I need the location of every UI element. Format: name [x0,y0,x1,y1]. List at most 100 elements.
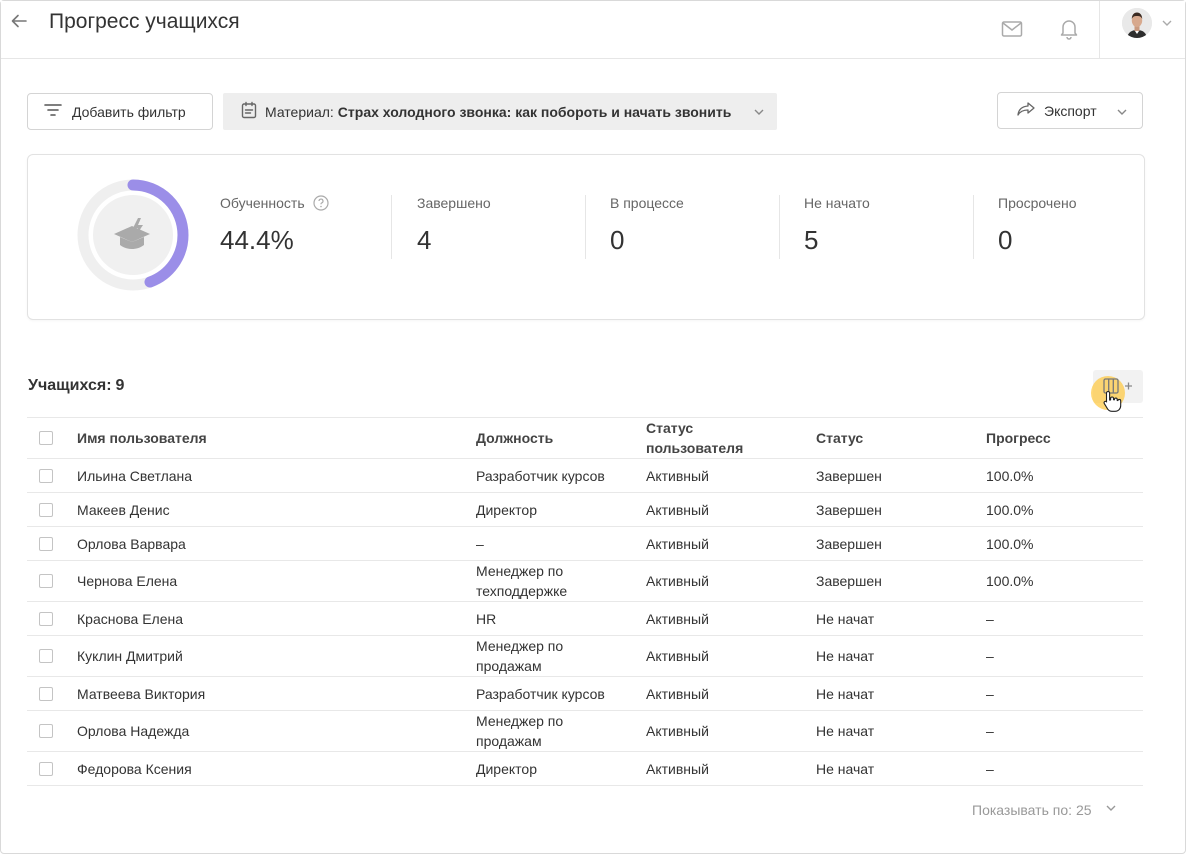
progress-ring [76,178,190,292]
stat-label: В процессе [610,195,684,211]
cell-user-status: Активный [646,560,816,602]
page-size-label: Показывать по: [972,801,1073,818]
cell-status: Не начат [816,601,986,636]
cell-position: Менеджер по продажам [476,635,646,677]
cell-name: Матвеева Виктория [77,676,476,711]
stat-label: Не начато [804,195,870,211]
chevron-down-icon [751,104,767,123]
cell-status: Не начат [816,676,986,711]
cell-status: Не начат [816,751,986,786]
cell-name: Орлова Надежда [77,710,476,752]
stat-divider [391,195,392,259]
page-title: Прогресс учащихся [49,10,240,33]
learners-count: Учащихся: 9 [28,377,124,395]
col-header-name[interactable]: Имя пользователя [77,417,476,459]
filter-icon [44,103,62,120]
row-checkbox[interactable] [39,649,53,663]
stat-divider [779,195,780,259]
row-checkbox[interactable] [39,724,53,738]
table-row[interactable]: Куклин Дмитрий Менеджер по продажам Акти… [27,635,1143,677]
col-header-status[interactable]: Статус [816,417,986,459]
row-checkbox[interactable] [39,761,53,776]
help-icon[interactable] [313,195,329,211]
cell-position: Менеджер по продажам [476,710,646,752]
stat-value: 0 [610,225,625,255]
stat-value: 44.4% [220,225,294,255]
cell-name: Федорова Ксения [77,751,476,786]
share-arrow-icon [1016,101,1036,120]
cell-name: Макеев Денис [77,492,476,527]
cell-position: Директор [476,492,646,527]
learners-count-label: Учащихся: [28,377,112,394]
stats-card: Обученность 44.4% Завершено 4 В процессе… [27,154,1145,320]
back-arrow-icon[interactable] [7,9,31,33]
cell-progress: – [986,635,1143,677]
table-row[interactable]: Ильина Светлана Разработчик курсов Актив… [27,458,1143,493]
stat-trained: Обученность 44.4% [220,195,329,256]
export-label: Экспорт [1044,102,1097,119]
cell-position: Директор [476,751,646,786]
table-row[interactable]: Чернова Елена Менеджер по техподдержке А… [27,560,1143,602]
cell-position: Разработчик курсов [476,458,646,493]
add-filter-button[interactable]: Добавить фильтр [27,93,213,130]
table-row[interactable]: Орлова Надежда Менеджер по продажам Акти… [27,710,1143,752]
material-value: Страх холодного звонка: как побороть и н… [337,103,732,120]
cell-name: Ильина Светлана [77,458,476,493]
table-row[interactable]: Матвеева Виктория Разработчик курсов Акт… [27,676,1143,711]
chevron-down-icon[interactable] [1159,15,1175,31]
cell-status: Завершен [816,492,986,527]
cell-progress: 100.0% [986,458,1143,493]
cell-user-status: Активный [646,676,816,711]
cell-user-status: Активный [646,710,816,752]
col-header-progress[interactable]: Прогресс [986,417,1143,459]
cell-name: Краснова Елена [77,601,476,636]
stat-in-progress: В процессе 0 [610,195,684,256]
cell-status: Завершен [816,560,986,602]
cell-status: Не начат [816,710,986,752]
table-row[interactable]: Федорова Ксения Директор Активный Не нач… [27,751,1143,786]
cell-name: Куклин Дмитрий [77,635,476,677]
stat-label: Завершено [417,195,491,211]
stat-not-started: Не начато 5 [804,195,870,256]
chevron-down-icon [1104,801,1118,818]
cell-user-status: Активный [646,492,816,527]
learners-count-value: 9 [115,377,125,394]
table-row[interactable]: Краснова Елена HR Активный Не начат – [27,601,1143,636]
calendar-icon [241,101,257,122]
stat-label: Обученность [220,195,305,211]
cell-status: Не начат [816,635,986,677]
row-checkbox[interactable] [39,536,53,551]
cell-status: Завершен [816,458,986,493]
row-checkbox[interactable] [39,686,53,701]
cell-progress: – [986,710,1143,752]
cell-position: – [476,526,646,561]
add-column-button[interactable] [1091,370,1143,412]
cell-status: Завершен [816,526,986,561]
cell-progress: – [986,751,1143,786]
export-button[interactable]: Экспорт [997,92,1143,129]
mail-icon[interactable] [1000,17,1024,41]
col-header-position[interactable]: Должность [476,417,646,459]
bell-icon[interactable] [1057,17,1081,41]
stat-divider [585,195,586,259]
stat-completed: Завершено 4 [417,195,491,256]
material-selector[interactable]: Материал: Страх холодного звонка: как по… [223,93,777,130]
avatar[interactable] [1122,8,1152,38]
table-row[interactable]: Макеев Денис Директор Активный Завершен … [27,492,1143,527]
table-header-row: Имя пользователя Должность Статус пользо… [27,417,1143,459]
col-header-user-status[interactable]: Статус пользователя [646,417,816,459]
cell-progress: 100.0% [986,526,1143,561]
row-checkbox[interactable] [39,502,53,517]
page-size-value: 25 [1076,801,1092,818]
select-all-checkbox[interactable] [39,431,53,445]
row-checkbox[interactable] [39,468,53,483]
page-size-selector[interactable]: Показывать по: 25 [972,801,1118,818]
row-checkbox[interactable] [39,574,53,588]
cell-name: Чернова Елена [77,560,476,602]
cell-position: Менеджер по техподдержке [476,560,646,602]
learners-table: Имя пользователя Должность Статус пользо… [27,417,1143,786]
header-divider [1099,1,1100,59]
table-row[interactable]: Орлова Варвара – Активный Завершен 100.0… [27,526,1143,561]
row-checkbox[interactable] [39,611,53,626]
cell-progress: – [986,601,1143,636]
